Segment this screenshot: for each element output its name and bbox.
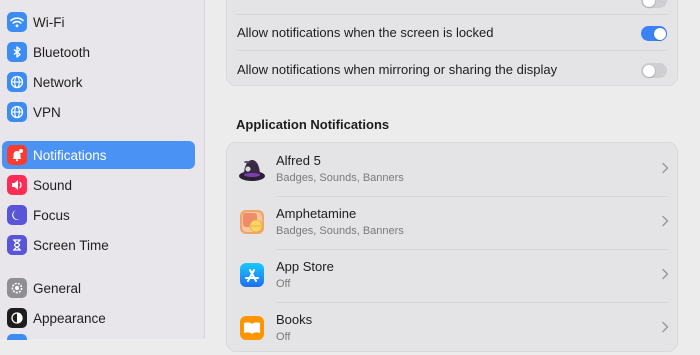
- sidebar-item-label: Bluetooth: [33, 44, 91, 60]
- sidebar-item-label: Appearance: [33, 310, 106, 326]
- sidebar-item-label: Screen Time: [33, 237, 109, 253]
- hourglass-icon: [7, 235, 27, 255]
- globe-icon: [7, 72, 27, 92]
- vpn-globe-icon: [7, 102, 27, 122]
- app-name: App Store: [276, 259, 334, 274]
- app-name: Books: [276, 312, 313, 327]
- sidebar-item-label: Wi-Fi: [33, 14, 65, 30]
- sidebar-item-vpn[interactable]: VPN: [2, 98, 195, 126]
- lock-screen-notifications-toggle[interactable]: [641, 26, 667, 41]
- sidebar-item-label: Sound: [33, 177, 73, 193]
- app-name: Amphetamine: [276, 206, 357, 221]
- application-notifications-title: Application Notifications: [236, 117, 390, 132]
- mirroring-notifications-toggle[interactable]: [641, 63, 667, 78]
- speaker-icon: [7, 175, 27, 195]
- app-row-amphetamine[interactable]: Amphetamine Badges, Sounds, Banners: [227, 196, 679, 249]
- app-row-alfred[interactable]: Alfred 5 Badges, Sounds, Banners: [227, 143, 679, 196]
- app-store-icon: [237, 260, 267, 290]
- sidebar-next-item-icon: [7, 334, 27, 340]
- amphetamine-icon: [237, 207, 267, 237]
- sidebar-item-screen-time[interactable]: Screen Time: [2, 231, 195, 259]
- bell-icon: [7, 145, 27, 165]
- appearance-icon: [7, 308, 27, 328]
- sidebar-item-sound[interactable]: Sound: [2, 171, 195, 199]
- app-notification-detail: Off: [276, 278, 291, 290]
- sidebar-item-general[interactable]: General: [2, 274, 195, 302]
- app-notification-detail: Off: [276, 331, 291, 343]
- sidebar-item-label: Notifications: [33, 147, 107, 163]
- sidebar: Wi-Fi Bluetooth Network VPN Notification…: [0, 0, 205, 340]
- sidebar-item-label: General: [33, 280, 82, 296]
- chevron-right-icon: [662, 215, 669, 227]
- sidebar-item-bluetooth[interactable]: Bluetooth: [2, 38, 195, 66]
- chevron-right-icon: [662, 268, 669, 280]
- sidebar-item-wifi[interactable]: Wi-Fi: [2, 8, 195, 36]
- sidebar-item-focus[interactable]: Focus: [2, 201, 195, 229]
- mirroring-notifications-label: Allow notifications when mirroring or sh…: [237, 62, 558, 77]
- chevron-right-icon: [662, 162, 669, 174]
- app-notifications-list: Alfred 5 Badges, Sounds, Banners Ampheta…: [226, 142, 678, 352]
- sidebar-item-label: Network: [33, 74, 83, 90]
- notification-settings-card: Allow notifications when the screen is l…: [226, 0, 678, 86]
- sidebar-item-appearance[interactable]: Appearance: [2, 304, 195, 332]
- app-row-app-store[interactable]: App Store Off: [227, 249, 679, 302]
- app-notification-detail: Badges, Sounds, Banners: [276, 172, 404, 184]
- sidebar-item-label: VPN: [33, 104, 61, 120]
- wifi-icon: [7, 12, 27, 32]
- gear-icon: [7, 278, 27, 298]
- app-row-books[interactable]: Books Off: [227, 302, 679, 355]
- sidebar-item-label: Focus: [33, 207, 70, 223]
- previous-row-toggle[interactable]: [641, 0, 667, 8]
- moon-icon: [7, 205, 27, 225]
- lock-screen-notifications-label: Allow notifications when the screen is l…: [237, 25, 494, 40]
- alfred-icon: [237, 154, 267, 184]
- app-notification-detail: Badges, Sounds, Banners: [276, 225, 404, 237]
- sidebar-item-notifications[interactable]: Notifications: [2, 141, 195, 169]
- app-name: Alfred 5: [276, 153, 321, 168]
- bluetooth-icon: [7, 42, 27, 62]
- chevron-right-icon: [662, 321, 669, 333]
- main-content: Allow notifications when the screen is l…: [206, 0, 700, 352]
- sidebar-item-network[interactable]: Network: [2, 68, 195, 96]
